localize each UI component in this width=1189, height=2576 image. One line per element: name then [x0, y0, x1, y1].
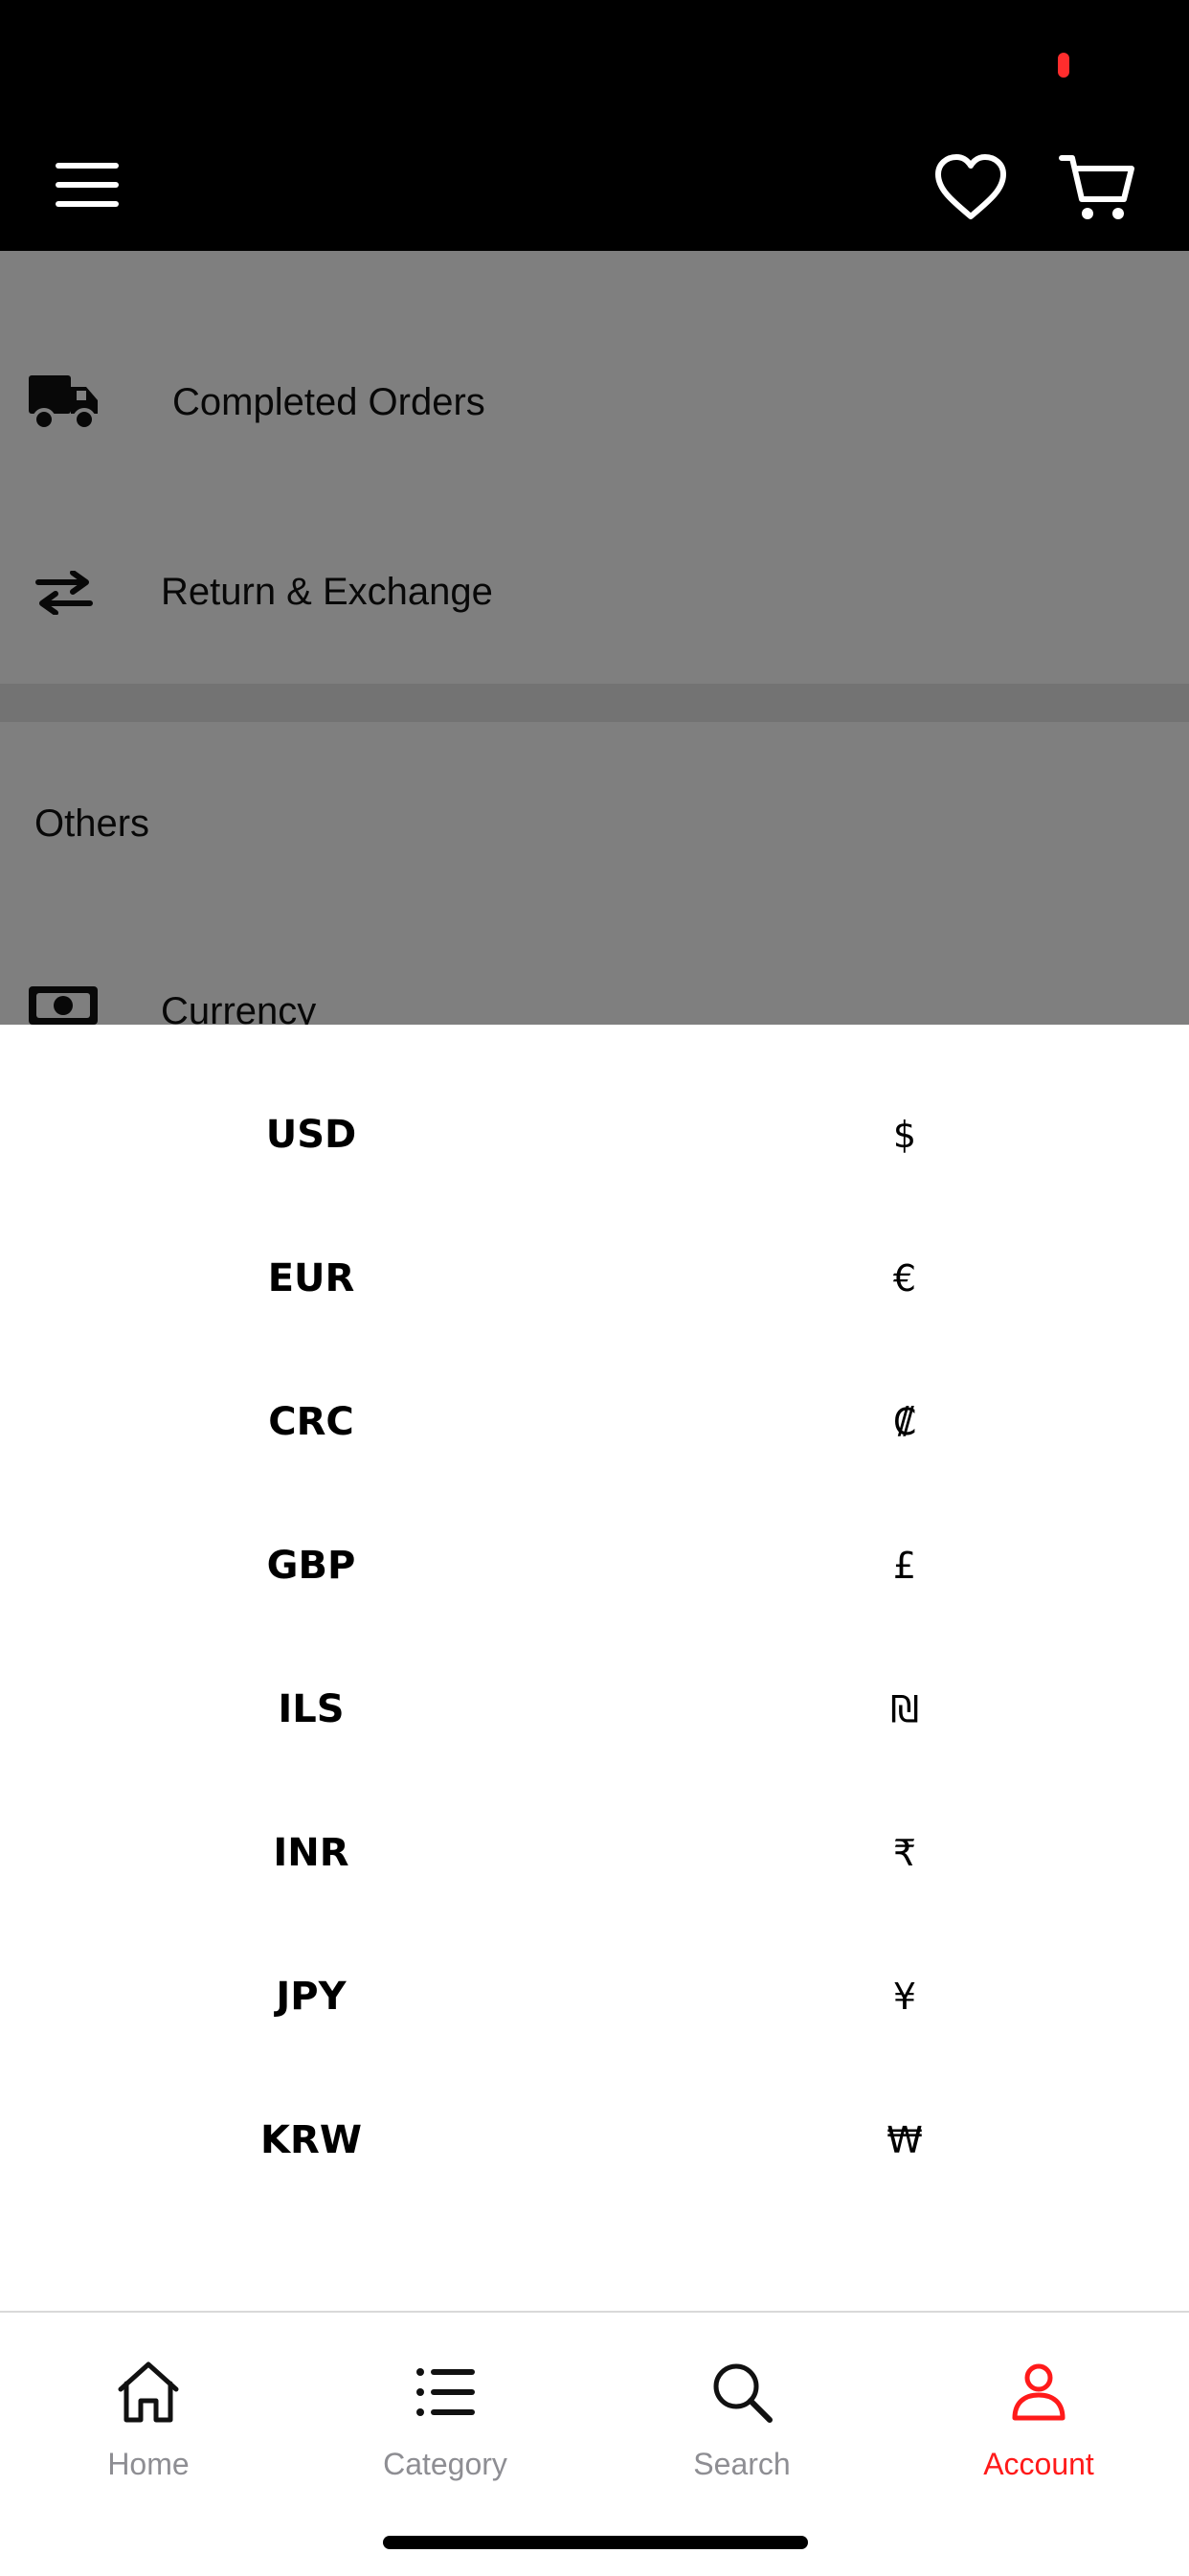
currency-symbol: ₩: [886, 2119, 923, 2161]
tab-home[interactable]: Home: [0, 2313, 297, 2504]
list-icon: [416, 2368, 475, 2416]
currency-symbol: ¥: [892, 1976, 917, 2018]
currency-option-eur[interactable]: EUR €: [0, 1207, 1189, 1350]
currency-symbol: ₹: [892, 1832, 917, 1874]
currency-code: GBP: [266, 1544, 356, 1588]
hamburger-icon[interactable]: [56, 163, 119, 207]
app-header: [0, 0, 1189, 251]
currency-option-inr[interactable]: INR ₹: [0, 1781, 1189, 1925]
currency-symbol: £: [892, 1545, 917, 1587]
currency-option-krw[interactable]: KRW ₩: [0, 2068, 1189, 2212]
currency-symbol: ₪: [890, 1688, 919, 1730]
currency-picker-sheet: USD $ EUR € CRC ₡ GBP £ ILS ₪ INR ₹ JPY …: [0, 1025, 1189, 2313]
currency-option-usd[interactable]: USD $: [0, 1063, 1189, 1207]
heart-icon[interactable]: [933, 153, 1008, 222]
currency-symbol: ₡: [892, 1401, 917, 1443]
currency-code: CRC: [268, 1400, 354, 1444]
currency-code: ILS: [278, 1687, 345, 1731]
currency-option-gbp[interactable]: GBP £: [0, 1494, 1189, 1638]
tab-category[interactable]: Category: [297, 2313, 594, 2504]
currency-option-crc[interactable]: CRC ₡: [0, 1350, 1189, 1494]
currency-option-ils[interactable]: ILS ₪: [0, 1638, 1189, 1781]
status-indicator: [1058, 53, 1069, 78]
tab-search[interactable]: Search: [594, 2313, 890, 2504]
search-icon: [713, 2363, 773, 2423]
tab-home-label: Home: [107, 2447, 190, 2481]
tab-account-label: Account: [983, 2447, 1094, 2481]
tab-search-label: Search: [693, 2447, 791, 2481]
currency-code: EUR: [267, 1256, 355, 1300]
tab-category-label: Category: [383, 2447, 507, 2481]
currency-symbol: €: [892, 1257, 917, 1299]
currency-code: INR: [273, 1831, 349, 1875]
modal-overlay[interactable]: [0, 251, 1189, 1025]
user-icon: [1012, 2363, 1066, 2421]
tab-account[interactable]: Account: [890, 2313, 1187, 2504]
home-indicator[interactable]: [383, 2536, 808, 2549]
currency-symbol: $: [892, 1114, 917, 1156]
currency-code: JPY: [276, 1975, 347, 2019]
currency-option-jpy[interactable]: JPY ¥: [0, 1925, 1189, 2068]
currency-code: KRW: [260, 2118, 362, 2162]
cart-icon[interactable]: [1059, 153, 1135, 222]
home-icon: [118, 2361, 179, 2423]
currency-code: USD: [265, 1113, 357, 1157]
